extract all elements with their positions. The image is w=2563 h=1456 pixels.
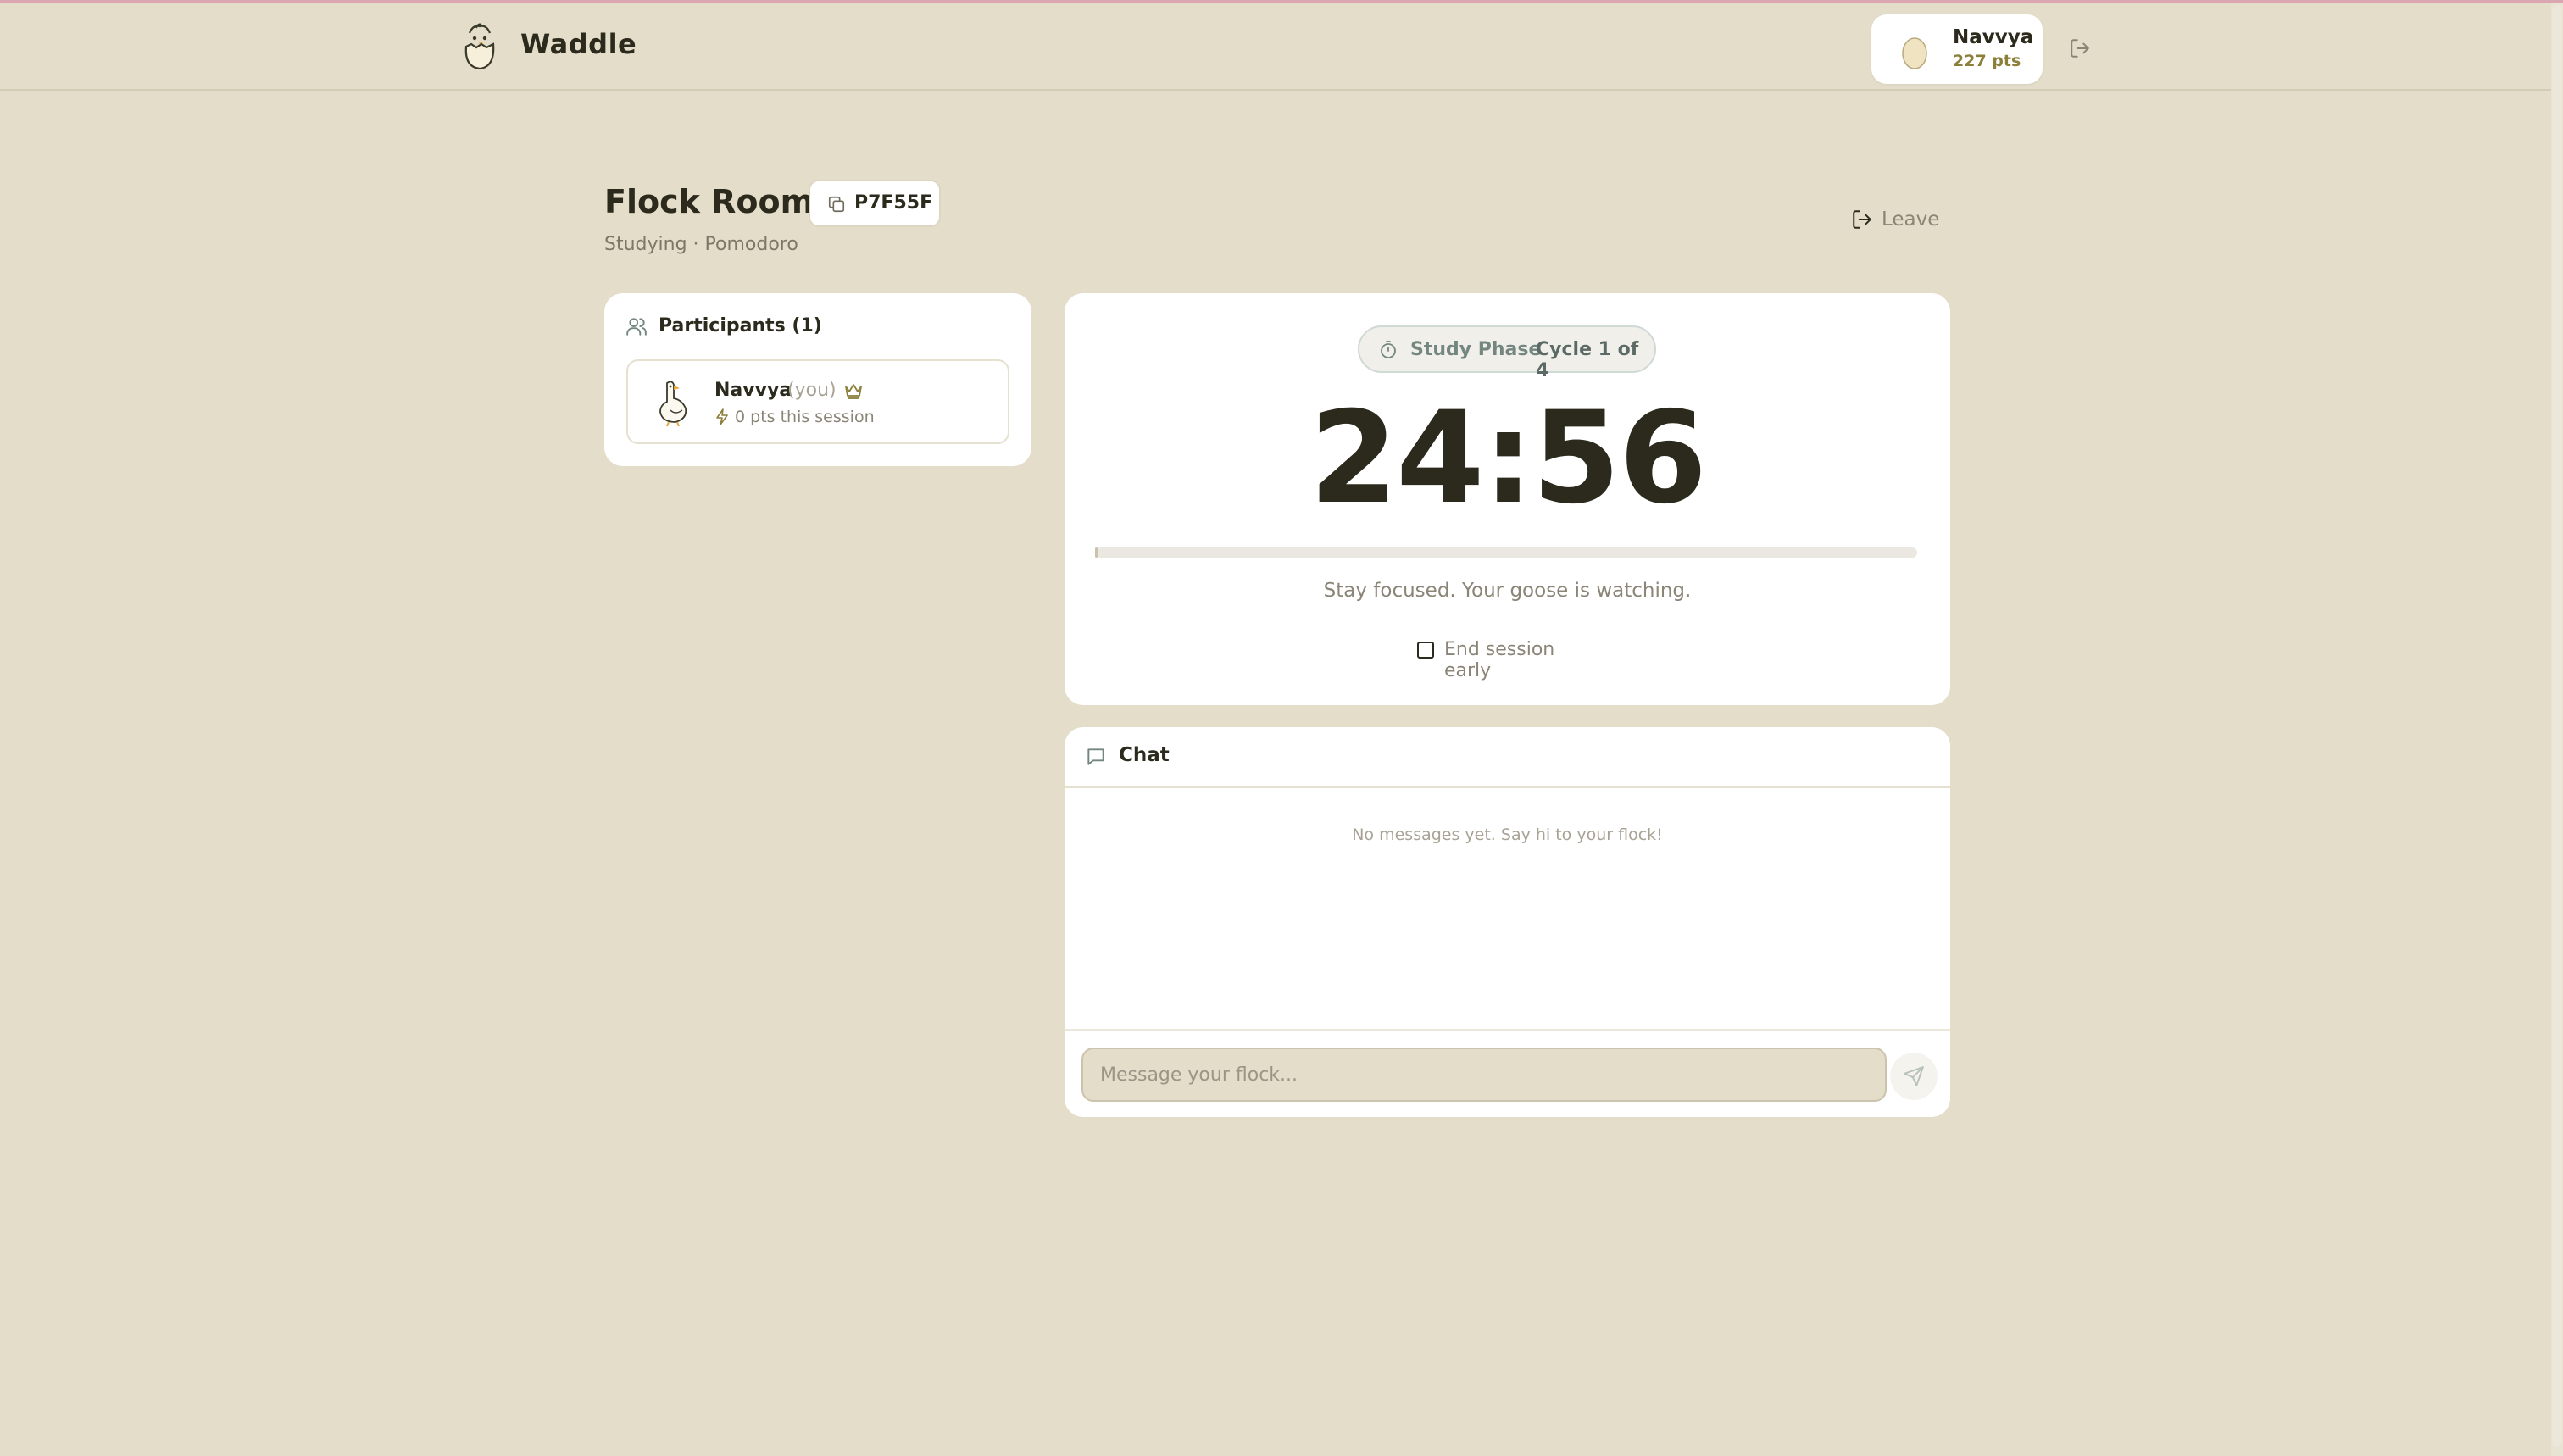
chat-title: Chat [1119, 744, 1170, 766]
room-code: P7F55F [854, 192, 933, 214]
cycle-label: Cycle 1 of 4 [1536, 339, 1639, 381]
send-button[interactable] [1890, 1053, 1938, 1100]
timer-progress-fill [1095, 547, 1098, 558]
goose-avatar-icon [659, 381, 687, 427]
participants-card: Participants (1) Navvya (you) 0 pts this… [604, 293, 1031, 466]
user-name: Navvya [1953, 26, 2034, 48]
chat-footer-divider [1065, 1029, 1950, 1031]
stopwatch-icon [1381, 341, 1396, 358]
user-profile-chip[interactable]: Navvya 227 pts [1871, 14, 2043, 84]
chat-empty-state: No messages yet. Say hi to your flock! [1352, 825, 1663, 844]
participant-points: 0 pts this session [735, 408, 875, 426]
participant-name: Navvya [714, 380, 792, 401]
room-subtitle: Studying · Pomodoro [604, 234, 798, 255]
app-name[interactable]: Waddle [520, 28, 637, 60]
users-icon [626, 318, 647, 336]
participant-you-tag: (you) [787, 380, 837, 401]
lightning-icon [716, 408, 728, 425]
room-code-copy-button[interactable]: P7F55F [809, 180, 941, 227]
chat-card: Chat No messages yet. Say hi to your flo… [1065, 727, 1950, 1117]
page-scrollbar[interactable] [2551, 3, 2563, 1456]
chat-bubble-icon [1087, 748, 1104, 765]
logout-icon[interactable] [2069, 37, 2091, 59]
chat-message-input[interactable] [1081, 1048, 1887, 1102]
leave-icon [1853, 210, 1871, 229]
timer-progress-bar [1095, 547, 1917, 558]
participant-item[interactable]: Navvya (you) 0 pts this session [626, 359, 1009, 444]
leave-button[interactable]: Leave [1851, 207, 1940, 236]
send-icon [1904, 1066, 1924, 1086]
leave-label: Leave [1882, 208, 1940, 231]
scrollbar-thumb[interactable] [2552, 6, 2562, 1447]
participants-title: Participants (1) [659, 315, 822, 336]
room-title: Flock Room [604, 183, 814, 220]
end-early-checkbox[interactable] [1417, 642, 1434, 659]
end-session-early-toggle[interactable]: End session early [1417, 637, 1604, 681]
timer-card: Study Phase Cycle 1 of 4 24:56 Stay focu… [1065, 293, 1950, 705]
goose-egg-logo-icon[interactable] [458, 21, 502, 72]
crown-icon [845, 384, 862, 399]
user-points: 227 pts [1953, 52, 2021, 70]
copy-icon [828, 196, 845, 213]
phase-pill: Study Phase Cycle 1 of 4 [1358, 325, 1656, 381]
timer-display: 24:56 [1309, 385, 1707, 532]
end-early-label[interactable]: End session early [1444, 639, 1604, 681]
chat-divider [1065, 786, 1950, 788]
app-header: Waddle Navvya 227 pts [0, 3, 2551, 91]
egg-avatar-icon [1902, 37, 1927, 69]
phase-label: Study Phase [1410, 339, 1542, 360]
focus-message: Stay focused. Your goose is watching. [1323, 580, 1692, 602]
